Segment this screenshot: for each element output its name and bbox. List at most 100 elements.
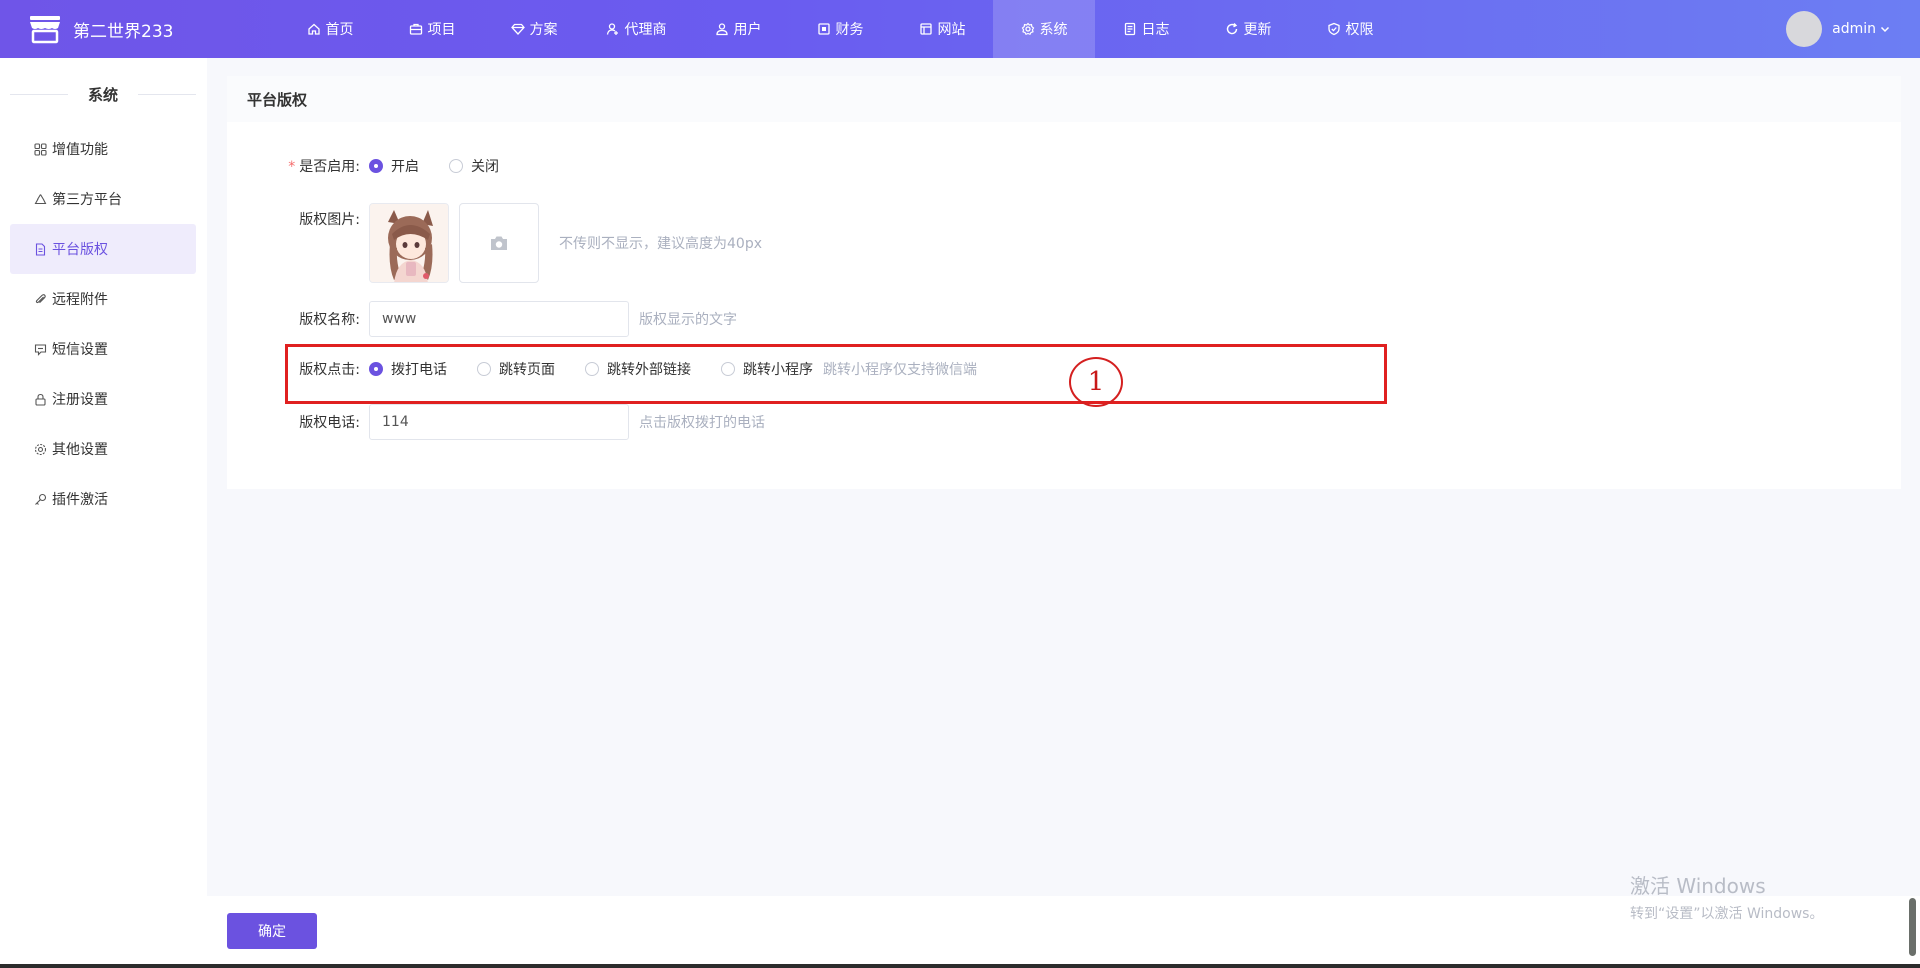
enable-label-text: 是否启用: <box>299 159 360 175</box>
required-mark: * <box>288 159 296 175</box>
sidebar-item-label: 插件激活 <box>52 492 108 508</box>
watermark-line2: 转到“设置”以激活 Windows。 <box>1630 906 1824 922</box>
radio-dot <box>449 159 463 173</box>
enable-radio-off[interactable]: 关闭 <box>449 156 499 176</box>
briefcase-icon <box>409 23 422 35</box>
gear-icon <box>1021 22 1034 36</box>
top-navbar: 第二世界233 首页 项目 方案 代理商 用户 财务 网站 系统 日志 更新 权… <box>0 0 1920 58</box>
anime-girl-image <box>370 204 448 282</box>
document-icon <box>35 242 46 256</box>
nav-item-home[interactable]: 首页 <box>279 0 381 58</box>
refresh-icon <box>1226 23 1237 35</box>
windows-activation-watermark: 激活 Windows 转到“设置”以激活 Windows。 <box>1630 870 1823 923</box>
watermark-line1: 激活 Windows <box>1630 874 1766 898</box>
copyright-name-input[interactable] <box>369 301 629 337</box>
nav-item-system[interactable]: 系统 <box>993 0 1095 58</box>
image-row: 版权图片: 不传则不显示，建议高度为40px <box>227 203 762 283</box>
paperclip-icon <box>35 293 46 303</box>
sidebar-item-label: 第三方平台 <box>52 192 122 208</box>
user-name: admin <box>1832 21 1876 37</box>
brand-name: 第二世界233 <box>73 21 174 42</box>
log-icon <box>1124 22 1135 36</box>
nav-item-website[interactable]: 网站 <box>891 0 993 58</box>
enable-row: * 是否启用: 开启 关闭 <box>227 156 529 176</box>
website-icon <box>919 23 932 35</box>
message-icon <box>34 343 47 356</box>
nav-item-agents[interactable]: 代理商 <box>585 0 687 58</box>
users-icon <box>715 23 728 36</box>
user-menu[interactable]: admin <box>1786 10 1890 48</box>
settings-icon <box>34 443 47 455</box>
sidebar-item-remote-attachment[interactable]: 远程附件 <box>10 274 196 324</box>
annotation-number: 1 <box>1069 357 1123 407</box>
sidebar-item-label: 其他设置 <box>52 442 108 458</box>
sidebar-item-copyright[interactable]: 平台版权 <box>10 224 196 274</box>
sidebar-item-label: 短信设置 <box>52 342 108 358</box>
copyright-image-thumbnail[interactable] <box>369 203 449 283</box>
nav-item-updates[interactable]: 更新 <box>1197 0 1299 58</box>
image-label: 版权图片: <box>299 212 360 228</box>
nav-label: 财务 <box>835 22 864 38</box>
phone-hint: 点击版权拨打的电话 <box>639 415 765 431</box>
name-label: 版权名称: <box>299 312 360 328</box>
nav-item-projects[interactable]: 项目 <box>381 0 483 58</box>
nav-item-plans[interactable]: 方案 <box>483 0 585 58</box>
sidebar: 系统 增值功能 第三方平台 平台版权 远程附件 短信设置 注册设置 其他设置 插… <box>0 58 207 968</box>
divider <box>138 93 197 95</box>
nav-label: 系统 <box>1039 22 1068 38</box>
nav-label: 用户 <box>733 22 762 38</box>
lock-icon <box>35 393 46 406</box>
nav-label: 网站 <box>937 22 966 38</box>
main-nav: 首页 项目 方案 代理商 用户 财务 网站 系统 日志 更新 权限 <box>279 0 1401 58</box>
nav-label: 更新 <box>1243 22 1272 38</box>
taskbar-edge <box>0 964 1920 968</box>
agent-icon <box>606 23 618 35</box>
avatar <box>1786 11 1823 47</box>
sidebar-item-value-added[interactable]: 增值功能 <box>10 124 196 174</box>
sidebar-title-text: 系统 <box>88 85 119 104</box>
camera-icon <box>491 236 507 250</box>
name-row: 版权名称: 版权显示的文字 <box>227 301 737 337</box>
home-icon <box>307 23 320 35</box>
finance-icon <box>817 23 830 35</box>
diamond-icon <box>510 23 525 35</box>
key-icon <box>35 493 47 505</box>
nav-label: 日志 <box>1141 22 1170 38</box>
enable-radio-on[interactable]: 开启 <box>369 156 419 176</box>
sidebar-item-label: 注册设置 <box>52 392 108 408</box>
sidebar-item-plugin-activation[interactable]: 插件激活 <box>10 474 196 524</box>
nav-item-logs[interactable]: 日志 <box>1095 0 1197 58</box>
phone-label: 版权电话: <box>299 415 360 431</box>
sidebar-item-label: 平台版权 <box>52 242 108 258</box>
nav-item-users[interactable]: 用户 <box>687 0 789 58</box>
annotation-box <box>285 344 1387 404</box>
sidebar-item-label: 远程附件 <box>52 292 108 308</box>
sidebar-item-third-party[interactable]: 第三方平台 <box>10 174 196 224</box>
scrollbar-thumb[interactable] <box>1909 898 1916 956</box>
image-upload-button[interactable] <box>459 203 539 283</box>
radio-label: 关闭 <box>471 159 499 175</box>
nav-label: 项目 <box>427 22 456 38</box>
radio-label: 开启 <box>391 159 419 175</box>
nav-label: 首页 <box>325 22 354 38</box>
enable-label: * 是否启用: <box>227 156 369 176</box>
name-hint: 版权显示的文字 <box>639 312 737 328</box>
divider <box>10 93 68 95</box>
phone-row: 版权电话: 点击版权拨打的电话 <box>227 404 765 440</box>
sidebar-item-label: 增值功能 <box>52 142 108 158</box>
sidebar-item-register[interactable]: 注册设置 <box>10 374 196 424</box>
page-title: 平台版权 <box>227 76 1901 122</box>
nav-label: 代理商 <box>624 22 667 38</box>
chevron-down-icon <box>1880 26 1890 33</box>
nav-item-permissions[interactable]: 权限 <box>1299 0 1401 58</box>
nav-item-finance[interactable]: 财务 <box>789 0 891 58</box>
sidebar-item-sms[interactable]: 短信设置 <box>10 324 196 374</box>
store-logo-icon <box>30 16 60 44</box>
radio-dot <box>369 159 383 173</box>
copyright-phone-input[interactable] <box>369 404 629 440</box>
nav-label: 方案 <box>529 22 558 38</box>
confirm-button[interactable]: 确定 <box>227 913 317 949</box>
brand[interactable]: 第二世界233 <box>28 12 173 46</box>
grid-icon <box>34 142 47 156</box>
sidebar-item-other[interactable]: 其他设置 <box>10 424 196 474</box>
